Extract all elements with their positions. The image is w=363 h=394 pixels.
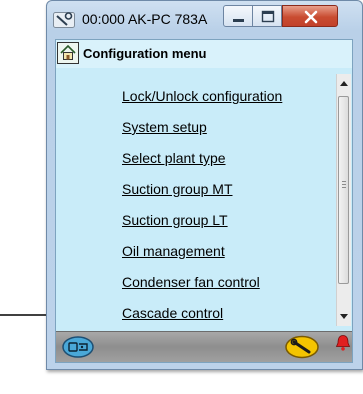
vertical-scrollbar[interactable]	[336, 74, 351, 326]
app-window: 00:000 AK-PC 783A Configuration menu Loc…	[46, 0, 363, 370]
menu-item-suction-group-mt[interactable]: Suction group MT	[122, 181, 233, 197]
title-bar[interactable]: 00:000 AK-PC 783A	[47, 1, 362, 39]
maximize-button[interactable]	[252, 5, 282, 27]
menu-item-select-plant-type[interactable]: Select plant type	[122, 150, 226, 166]
window-title: 00:000 AK-PC 783A	[82, 11, 208, 27]
minimize-button[interactable]	[223, 5, 253, 27]
grip-line	[342, 181, 346, 182]
menu-item-cascade-control[interactable]: Cascade control	[122, 305, 223, 321]
menu-item-lock-unlock-configuration[interactable]: Lock/Unlock configuration	[122, 88, 282, 104]
client-area: Configuration menu Lock/Unlock configura…	[55, 39, 353, 363]
display-toggle-icon[interactable]	[61, 335, 95, 364]
page-title: Configuration menu	[83, 46, 207, 61]
menu-item-system-setup[interactable]: System setup	[122, 119, 207, 135]
scroll-up-arrow-icon[interactable]	[337, 76, 351, 92]
home-icon[interactable]	[57, 42, 79, 64]
scroll-down-arrow-icon[interactable]	[337, 308, 351, 324]
close-button[interactable]	[282, 5, 338, 27]
status-bar	[56, 331, 352, 362]
menu-header: Configuration menu	[56, 40, 352, 68]
menu-item-oil-management[interactable]: Oil management	[122, 243, 225, 259]
alarm-bell-icon[interactable]	[334, 334, 352, 357]
scroll-thumb[interactable]	[338, 96, 349, 284]
wrench-plug-icon	[53, 11, 75, 29]
menu-list: Lock/Unlock configuration System setup S…	[56, 68, 336, 328]
menu-item-suction-group-lt[interactable]: Suction group LT	[122, 212, 228, 228]
grip-line	[342, 184, 346, 185]
menu-item-condenser-fan-control[interactable]: Condenser fan control	[122, 274, 260, 290]
grip-line	[342, 187, 346, 188]
wrench-icon[interactable]	[284, 335, 320, 364]
